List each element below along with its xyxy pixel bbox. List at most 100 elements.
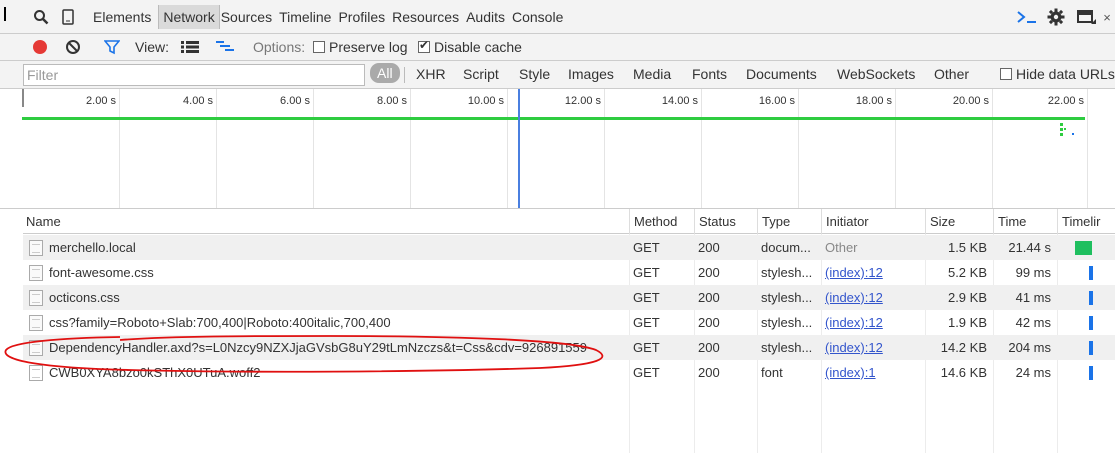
close-icon[interactable]: ×	[1100, 0, 1114, 34]
tab-timeline[interactable]: Timeline	[279, 9, 337, 25]
request-method: GET	[633, 265, 660, 280]
overview-tick-label: 2.00 s	[86, 95, 116, 107]
overview-tick-label: 4.00 s	[183, 95, 213, 107]
disable-cache-checkbox[interactable]	[418, 38, 430, 53]
request-method: GET	[633, 365, 660, 380]
filter-input[interactable]	[23, 64, 365, 86]
request-status: 200	[698, 290, 720, 305]
hide-data-urls-checkbox[interactable]	[1000, 68, 1012, 80]
request-initiator-link[interactable]: (index):12	[821, 335, 925, 360]
tab-audits[interactable]: Audits	[466, 9, 511, 25]
column-method[interactable]: Method	[629, 209, 694, 234]
request-name[interactable]: octicons.css	[45, 285, 625, 310]
tab-profiles[interactable]: Profiles	[338, 9, 391, 25]
overview-tick-label: 18.00 s	[855, 95, 892, 107]
overview-tick-label: 10.00 s	[467, 95, 504, 107]
overview-dot	[1060, 123, 1063, 126]
request-size: 14.2 KB	[940, 340, 987, 355]
request-initiator-link[interactable]: (index):1	[821, 360, 925, 385]
request-initiator-link[interactable]: (index):12	[821, 260, 925, 285]
request-type: stylesh...	[761, 340, 813, 355]
options-label: Options:	[253, 39, 306, 55]
preserve-log-option[interactable]: Preserve log	[313, 39, 408, 55]
column-timeline[interactable]: Timelir	[1057, 209, 1115, 234]
tab-network[interactable]: Network	[158, 5, 220, 29]
overview-gridline	[1087, 89, 1088, 208]
load-event-marker	[518, 89, 520, 208]
overview-tick-label: 6.00 s	[280, 95, 310, 107]
clear-icon[interactable]	[65, 39, 81, 58]
table-row[interactable]: font-awesome.css GET 200 stylesh... (ind…	[23, 260, 1115, 285]
table-row[interactable]: octicons.css GET 200 stylesh... (index):…	[23, 285, 1115, 310]
filter-type-xhr[interactable]: XHR	[416, 66, 446, 82]
request-initiator: Other	[825, 240, 858, 255]
overview-waterfall-icon[interactable]	[216, 41, 234, 56]
request-status: 200	[698, 240, 720, 255]
console-drawer-icon[interactable]	[1014, 0, 1040, 34]
table-header: Name Method Status Type Initiator Size T…	[23, 209, 1115, 234]
document-file-icon	[29, 265, 43, 281]
large-rows-icon[interactable]	[181, 40, 199, 57]
overview-gridline	[119, 89, 120, 208]
overview-gridline	[313, 89, 314, 208]
overview-dot	[1064, 128, 1066, 130]
tab-elements[interactable]: Elements	[93, 9, 157, 25]
filter-type-documents[interactable]: Documents	[746, 66, 817, 82]
settings-gear-icon[interactable]	[1044, 0, 1068, 34]
column-name[interactable]: Name	[23, 209, 629, 234]
record-icon[interactable]	[33, 40, 47, 54]
network-toolbar: View: Options: Preserve log Disable cach…	[0, 34, 1115, 61]
preserve-log-checkbox[interactable]	[313, 41, 325, 53]
table-row[interactable]: merchello.local GET 200 docum... Other 1…	[23, 235, 1115, 260]
tab-resources[interactable]: Resources	[392, 9, 465, 25]
inspect-search-icon[interactable]	[30, 0, 52, 34]
request-size: 14.6 KB	[940, 365, 987, 380]
column-status[interactable]: Status	[694, 209, 757, 234]
overview-gridline	[992, 89, 993, 208]
tab-sources[interactable]: Sources	[221, 9, 278, 25]
document-file-icon	[29, 290, 43, 306]
column-initiator[interactable]: Initiator	[821, 209, 925, 234]
overview-tick-label: 8.00 s	[377, 95, 407, 107]
request-size: 1.5 KB	[947, 240, 987, 255]
overview-gridline	[895, 89, 896, 208]
annotation-ellipse	[4, 335, 604, 373]
overview-gridline	[410, 89, 411, 208]
request-type: docum...	[761, 240, 811, 255]
column-size[interactable]: Size	[925, 209, 993, 234]
overview-gridline	[604, 89, 605, 208]
filter-type-images[interactable]: Images	[568, 66, 614, 82]
request-initiator-link[interactable]: (index):12	[821, 310, 925, 335]
request-time: 99 ms	[1015, 265, 1051, 280]
filter-type-style[interactable]: Style	[519, 66, 550, 82]
hide-data-urls-option[interactable]: Hide data URLs	[1000, 66, 1115, 82]
request-name[interactable]: merchello.local	[45, 235, 625, 260]
dock-side-icon[interactable]	[1075, 0, 1099, 34]
filter-type-other[interactable]: Other	[934, 66, 969, 82]
overview-gridline	[798, 89, 799, 208]
request-status: 200	[698, 315, 720, 330]
timeline-overview[interactable]: 2.00 s 4.00 s 6.00 s 8.00 s 10.00 s 12.0…	[0, 89, 1115, 209]
request-initiator-link[interactable]: (index):12	[821, 285, 925, 310]
request-time: 42 ms	[1015, 315, 1051, 330]
filter-type-script[interactable]: Script	[463, 66, 499, 82]
window-edge-mark	[4, 7, 6, 21]
overview-tick-label: 14.00 s	[661, 95, 698, 107]
request-name[interactable]: font-awesome.css	[45, 260, 625, 285]
device-mode-icon[interactable]	[58, 0, 78, 34]
column-time[interactable]: Time	[993, 209, 1057, 234]
overview-dot	[1060, 133, 1063, 136]
overview-start-handle[interactable]	[22, 89, 24, 107]
column-type[interactable]: Type	[757, 209, 821, 234]
tab-console[interactable]: Console	[512, 9, 569, 25]
filter-type-media[interactable]: Media	[633, 66, 671, 82]
request-size: 5.2 KB	[947, 265, 987, 280]
overview-tick-label: 22.00 s	[1047, 95, 1084, 107]
request-status: 200	[698, 340, 720, 355]
filter-type-fonts[interactable]: Fonts	[692, 66, 727, 82]
filter-funnel-icon[interactable]	[103, 40, 121, 58]
hide-data-urls-label: Hide data URLs	[1016, 66, 1115, 82]
disable-cache-option[interactable]: Disable cache	[418, 38, 522, 55]
filter-type-websockets[interactable]: WebSockets	[837, 66, 915, 82]
filter-type-all[interactable]: All	[370, 63, 400, 83]
